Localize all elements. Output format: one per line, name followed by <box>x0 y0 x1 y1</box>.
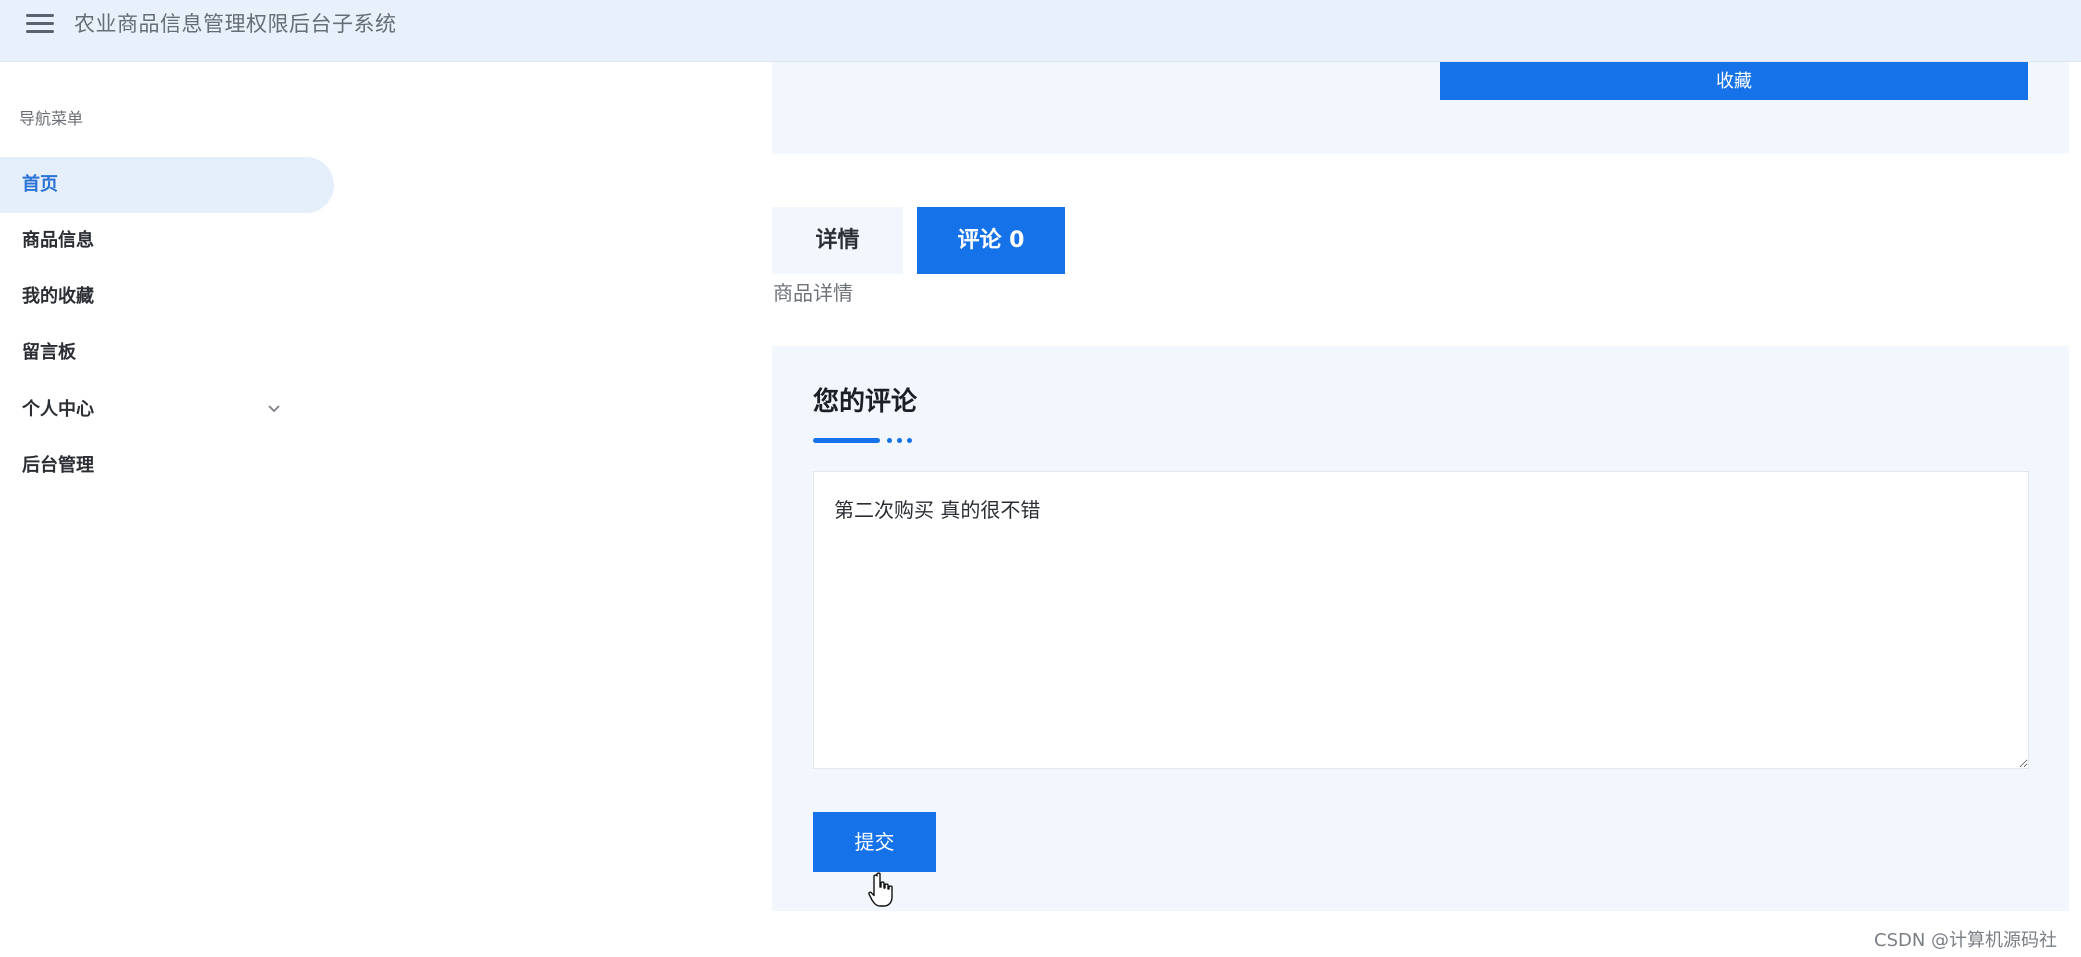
collect-button[interactable]: 收藏 <box>1440 62 2028 100</box>
sidebar-item-personal-center[interactable]: 个人中心 <box>0 382 334 438</box>
tab-detail[interactable]: 详情 <box>772 207 903 274</box>
sidebar-item-label: 留言板 <box>22 342 76 363</box>
sidebar-item-products[interactable]: 商品信息 <box>0 213 334 269</box>
sidebar-item-admin[interactable]: 后台管理 <box>0 438 334 494</box>
sidebar-item-label: 我的收藏 <box>22 286 94 307</box>
sidebar-item-label: 首页 <box>22 174 58 195</box>
comment-section-title: 您的评论 <box>813 387 918 417</box>
title-underline-dot <box>887 438 892 443</box>
top-header: 农业商品信息管理权限后台子系统 <box>0 0 2081 62</box>
sidebar-item-label: 后台管理 <box>22 455 94 476</box>
chevron-down-icon <box>268 405 280 413</box>
sidebar: 导航菜单 首页 商品信息 我的收藏 留言板 个人中心 后台管理 <box>0 62 340 957</box>
comment-textarea[interactable] <box>813 471 2029 769</box>
sidebar-item-label: 商品信息 <box>22 230 94 251</box>
submit-button[interactable]: 提交 <box>813 812 936 872</box>
title-underline <box>813 438 880 443</box>
sidebar-item-favorites[interactable]: 我的收藏 <box>0 269 334 325</box>
title-underline-dot <box>897 438 902 443</box>
watermark: CSDN @计算机源码社 <box>1874 930 2058 951</box>
product-detail-text: 商品详情 <box>773 281 853 305</box>
sidebar-item-home[interactable]: 首页 <box>0 157 334 213</box>
nav-caption: 导航菜单 <box>19 109 84 128</box>
sidebar-item-message-board[interactable]: 留言板 <box>0 325 334 381</box>
title-underline-dot <box>907 438 912 443</box>
hamburger-menu-icon[interactable] <box>26 14 54 34</box>
sidebar-item-label: 个人中心 <box>22 399 94 420</box>
app-title: 农业商品信息管理权限后台子系统 <box>74 12 397 36</box>
tab-comment[interactable]: 评论 0 <box>917 207 1065 274</box>
hand-pointer-cursor-icon <box>868 872 893 907</box>
